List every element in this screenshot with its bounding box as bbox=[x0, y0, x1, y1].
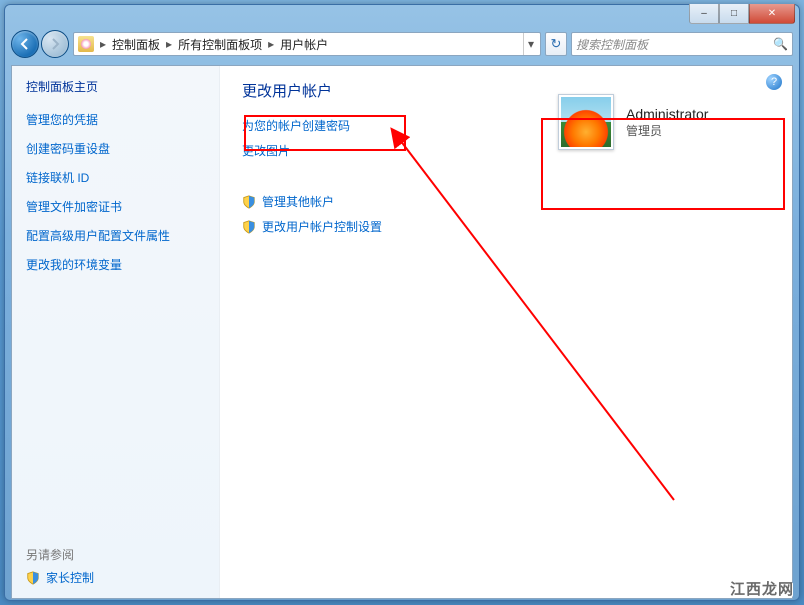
window-frame: – □ ✕ ▸ 控制面板 ▸ 所有控制面板项 ▸ 用户帐户 ▾ ↻ 搜索控制面板… bbox=[4, 4, 800, 601]
see-also-label: 另请参阅 bbox=[26, 546, 205, 563]
chevron-right-icon[interactable]: ▸ bbox=[98, 37, 108, 51]
sidebar-link-parental[interactable]: 家长控制 bbox=[26, 569, 205, 586]
task-manage-accounts[interactable]: 管理其他帐户 bbox=[242, 193, 774, 210]
sidebar-link-env-vars[interactable]: 更改我的环境变量 bbox=[26, 256, 205, 273]
sidebar-title: 控制面板主页 bbox=[26, 78, 205, 95]
shield-icon bbox=[242, 220, 256, 234]
control-panel-icon bbox=[78, 36, 94, 52]
minimize-button[interactable]: – bbox=[689, 4, 719, 24]
main-panel: ? 更改用户帐户 为您的帐户创建密码 更改图片 管理其他帐户 bbox=[220, 66, 792, 598]
avatar[interactable] bbox=[558, 94, 614, 150]
search-input[interactable]: 搜索控制面板 🔍 bbox=[571, 32, 793, 56]
search-icon[interactable]: 🔍 bbox=[773, 37, 788, 51]
breadcrumb-item[interactable]: 控制面板 bbox=[112, 36, 160, 53]
nav-row: ▸ 控制面板 ▸ 所有控制面板项 ▸ 用户帐户 ▾ ↻ 搜索控制面板 🔍 bbox=[11, 29, 793, 59]
user-card: Administrator 管理员 bbox=[550, 84, 778, 160]
task-label: 为您的帐户创建密码 bbox=[242, 117, 350, 134]
sidebar-link-advanced-profile[interactable]: 配置高级用户配置文件属性 bbox=[26, 227, 205, 244]
breadcrumb-item[interactable]: 所有控制面板项 bbox=[178, 36, 262, 53]
sidebar-link-label: 家长控制 bbox=[46, 569, 94, 586]
shield-icon bbox=[242, 195, 256, 209]
chevron-right-icon[interactable]: ▸ bbox=[266, 37, 276, 51]
close-button[interactable]: ✕ bbox=[749, 4, 795, 24]
sidebar-link-reset-disk[interactable]: 创建密码重设盘 bbox=[26, 140, 205, 157]
watermark: 江西龙网 bbox=[730, 578, 794, 599]
address-bar[interactable]: ▸ 控制面板 ▸ 所有控制面板项 ▸ 用户帐户 ▾ bbox=[73, 32, 541, 56]
nav-buttons bbox=[11, 30, 69, 58]
address-dropdown[interactable]: ▾ bbox=[523, 33, 538, 55]
sidebar-link-online-id[interactable]: 链接联机 ID bbox=[26, 169, 205, 186]
shield-icon bbox=[26, 571, 40, 585]
task-uac-settings[interactable]: 更改用户帐户控制设置 bbox=[242, 218, 774, 235]
task-label: 管理其他帐户 bbox=[262, 193, 334, 210]
refresh-button[interactable]: ↻ bbox=[545, 32, 567, 56]
task-label: 更改用户帐户控制设置 bbox=[262, 218, 382, 235]
user-info: Administrator 管理员 bbox=[626, 106, 708, 139]
user-name: Administrator bbox=[626, 106, 708, 122]
chevron-right-icon[interactable]: ▸ bbox=[164, 37, 174, 51]
forward-button bbox=[41, 30, 69, 58]
task-label: 更改图片 bbox=[242, 142, 290, 159]
sidebar: 控制面板主页 管理您的凭据 创建密码重设盘 链接联机 ID 管理文件加密证书 配… bbox=[12, 66, 220, 598]
maximize-button[interactable]: □ bbox=[719, 4, 749, 24]
sidebar-link-credentials[interactable]: 管理您的凭据 bbox=[26, 111, 205, 128]
sidebar-link-encryption[interactable]: 管理文件加密证书 bbox=[26, 198, 205, 215]
search-placeholder: 搜索控制面板 bbox=[576, 36, 648, 53]
user-role: 管理员 bbox=[626, 122, 708, 139]
window-controls: – □ ✕ bbox=[689, 4, 795, 24]
avatar-image bbox=[561, 97, 611, 147]
content-area: 控制面板主页 管理您的凭据 创建密码重设盘 链接联机 ID 管理文件加密证书 配… bbox=[11, 65, 793, 599]
back-button[interactable] bbox=[11, 30, 39, 58]
breadcrumb-item[interactable]: 用户帐户 bbox=[280, 36, 328, 53]
